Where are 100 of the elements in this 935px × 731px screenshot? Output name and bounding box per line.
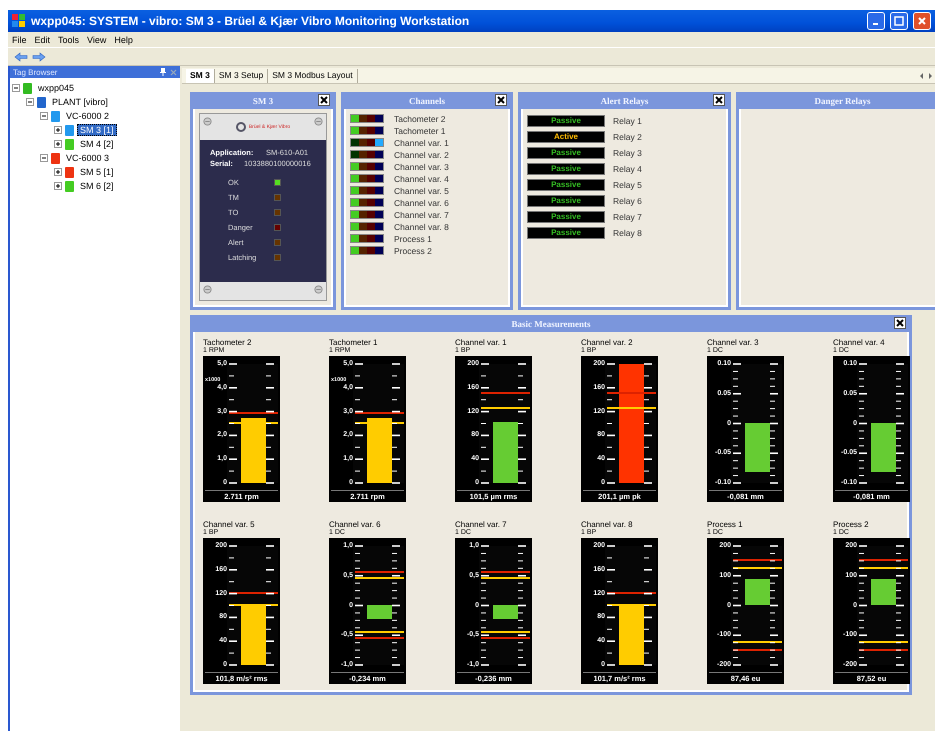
relay-name: Relay 8	[613, 228, 642, 238]
led-strip	[350, 114, 384, 123]
close-button[interactable]	[713, 94, 725, 106]
gauge-title: Process 1	[707, 520, 744, 529]
tree-item[interactable]: VC-6000 2	[63, 110, 112, 122]
gauge-title: Channel var. 2	[581, 338, 634, 347]
relay-name: Relay 5	[613, 180, 642, 190]
alarm-line	[481, 630, 530, 633]
menu-item[interactable]: File	[12, 34, 27, 44]
scroll-arrows-icon[interactable]	[919, 72, 933, 80]
back-arrow-icon[interactable]	[14, 52, 28, 62]
channel-name: Channel var. 2	[394, 150, 449, 160]
gauge-title: Channel var. 1	[455, 338, 508, 347]
panel-title: Alert Relays	[600, 96, 648, 106]
maximize-button[interactable]	[890, 12, 908, 30]
led-strip	[350, 210, 384, 219]
led-strip	[350, 174, 384, 183]
led-strip	[350, 162, 384, 171]
screw-icon	[203, 117, 212, 126]
gauge-title: Process 2	[833, 520, 870, 529]
alarm-line	[355, 630, 404, 633]
alarm-line	[481, 636, 530, 639]
expand-toggle[interactable]	[54, 182, 62, 190]
gauge-title: Channel var. 8	[581, 520, 634, 529]
relay-status: Passive	[527, 114, 605, 126]
minimize-button[interactable]	[867, 12, 885, 30]
relay-name: Relay 7	[613, 212, 642, 222]
relay-name: Relay 3	[613, 148, 642, 158]
plus-icon	[55, 183, 61, 189]
gauge-title: Channel var. 3	[707, 338, 760, 347]
relay-name: Relay 1	[613, 116, 642, 126]
relay-status: Passive	[527, 178, 605, 190]
screw-icon	[203, 285, 212, 294]
pin-icon[interactable]	[160, 68, 166, 76]
tree-item[interactable]: PLANT [vibro]	[49, 96, 111, 108]
gauge-title: Tachometer 1	[329, 338, 378, 347]
relay-name: Relay 6	[613, 196, 642, 206]
led-strip	[350, 246, 384, 255]
forward-arrow-icon[interactable]	[32, 52, 46, 62]
channel-name: Channel var. 7	[394, 210, 449, 220]
menu-item[interactable]: Help	[114, 34, 133, 44]
expand-toggle[interactable]	[54, 168, 62, 176]
relay-status: Passive	[527, 162, 605, 174]
menu-item[interactable]: Tools	[58, 34, 80, 44]
tree-item[interactable]: VC-6000 3	[63, 152, 112, 164]
led-strip	[350, 222, 384, 231]
close-button[interactable]	[318, 94, 330, 106]
logo-icon	[236, 122, 246, 132]
gauge-title: Channel var. 6	[329, 520, 382, 529]
collapse-toggle[interactable]	[26, 98, 34, 106]
led-strip	[350, 150, 384, 159]
close-button[interactable]	[894, 317, 906, 329]
relay-status: Passive	[527, 194, 605, 206]
gauge-title: Tachometer 2	[203, 338, 252, 347]
led-strip	[350, 138, 384, 147]
menu-item[interactable]: Edit	[34, 34, 50, 44]
collapse-toggle[interactable]	[40, 112, 48, 120]
tab[interactable]: SM 3 Setup	[214, 69, 268, 83]
tab[interactable]: SM 3 Modbus Layout	[268, 69, 358, 83]
screw-icon	[314, 117, 323, 126]
tree-item[interactable]: SM 3 [1]	[77, 124, 117, 136]
close-icon	[320, 96, 328, 104]
relay-status: Active	[527, 130, 605, 142]
expand-toggle[interactable]	[54, 140, 62, 148]
alarm-line	[859, 641, 908, 644]
app-icon	[12, 14, 26, 28]
tree-item[interactable]: SM 6 [2]	[77, 180, 117, 192]
alarm-line	[355, 636, 404, 639]
sidebar-title: Tag Browser	[13, 68, 58, 76]
plus-icon	[55, 127, 61, 133]
window-title: wxpp045: SYSTEM - vibro: SM 3 - Brüel & Kjær Vibro Monitoring Workstation	[31, 14, 470, 28]
led-strip	[350, 186, 384, 195]
relay-name: Relay 4	[613, 164, 642, 174]
panel-title: SM 3	[252, 96, 274, 106]
channel-name: Tachometer 2	[394, 114, 446, 124]
close-button[interactable]	[495, 94, 507, 106]
relay-status: Passive	[527, 146, 605, 158]
plus-icon	[55, 141, 61, 147]
alarm-line	[733, 641, 782, 644]
tab[interactable]: SM 3	[186, 69, 215, 83]
tree-item[interactable]: SM 4 [2]	[77, 138, 117, 150]
tree-item[interactable]: wxpp045	[35, 82, 78, 94]
expand-toggle[interactable]	[54, 126, 62, 134]
gauge-title: Channel var. 4	[833, 338, 886, 347]
tree-item[interactable]: SM 5 [1]	[77, 166, 117, 178]
relay-name: Relay 2	[613, 132, 642, 142]
collapse-toggle[interactable]	[12, 84, 20, 92]
channel-name: Process 1	[394, 234, 432, 244]
gauge-title: Channel var. 5	[203, 520, 256, 529]
collapse-toggle[interactable]	[40, 154, 48, 162]
led-strip	[350, 126, 384, 135]
close-icon	[896, 319, 904, 327]
panel-title: Basic Measurements	[511, 318, 591, 328]
maximize-icon	[894, 16, 904, 26]
relay-status: Passive	[527, 226, 605, 238]
minus-icon	[41, 113, 47, 119]
menu-item[interactable]: View	[87, 34, 106, 44]
screw-icon	[314, 285, 323, 294]
channel-name: Channel var. 1	[394, 138, 449, 148]
panel-title: Danger Relays	[814, 96, 871, 106]
